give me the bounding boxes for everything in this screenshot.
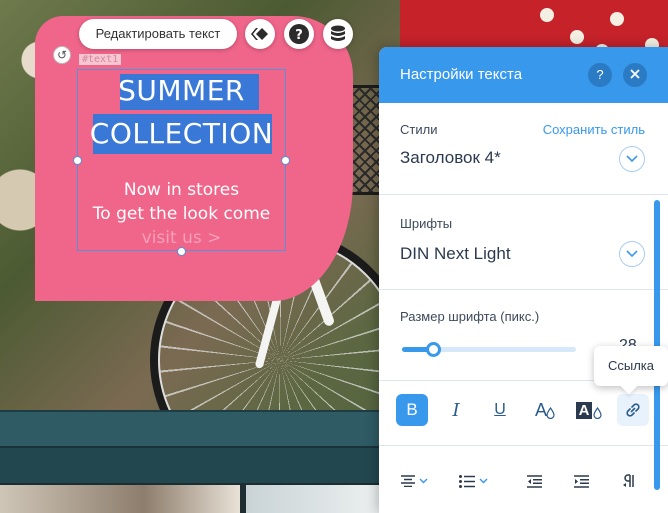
panel-scrollbar[interactable] xyxy=(654,200,660,490)
text-color-button[interactable]: A xyxy=(529,394,561,426)
chevron-down-icon xyxy=(419,478,428,484)
promo-title-line1[interactable]: SUMMER xyxy=(78,74,285,107)
indent-icon xyxy=(574,474,589,488)
animation-button[interactable] xyxy=(245,19,275,49)
svg-text:?: ? xyxy=(295,28,303,43)
decrease-indent-button[interactable] xyxy=(527,471,542,491)
diamond-arrows-icon xyxy=(251,28,268,40)
underline-button[interactable]: U xyxy=(484,394,516,426)
chevron-down-icon xyxy=(479,478,488,484)
promo-body-line2[interactable]: To get the look come xyxy=(78,204,285,224)
list-dropdown[interactable] xyxy=(459,471,488,491)
panel-close-button[interactable] xyxy=(623,63,647,87)
link-icon xyxy=(626,403,640,417)
bold-icon: B xyxy=(406,400,418,419)
chevron-down-icon xyxy=(626,155,638,163)
promo-link-line[interactable]: visit us > xyxy=(78,228,285,248)
font-size-label: Размер шрифта (пикс.) xyxy=(400,309,540,324)
panel-help-button[interactable]: ? xyxy=(588,63,612,87)
fonts-label: Шрифты xyxy=(400,216,453,231)
align-dropdown[interactable] xyxy=(401,471,428,491)
promo-title-line2[interactable]: COLLECTION xyxy=(78,117,285,150)
bold-button[interactable]: B xyxy=(396,394,428,426)
panel-header: Настройки текста ? xyxy=(379,47,668,103)
help-icon: ? xyxy=(289,24,309,44)
outdent-icon xyxy=(527,474,542,488)
text-selection-box[interactable]: SUMMER COLLECTION Now in stores To get t… xyxy=(73,69,290,256)
text-settings-panel: Настройки текста ? Стили Сохранить стиль… xyxy=(379,47,668,513)
italic-icon: I xyxy=(452,399,460,421)
font-size-slider[interactable] xyxy=(402,342,576,357)
fonts-section: Шрифты DIN Next Light xyxy=(379,195,668,290)
resize-handle-right[interactable] xyxy=(281,156,290,165)
element-id-label: #text1 xyxy=(79,54,122,65)
text-direction-button[interactable] xyxy=(622,471,636,491)
link-button[interactable] xyxy=(617,394,649,426)
link-tooltip: Ссылка xyxy=(594,346,668,386)
edit-text-button[interactable]: Редактировать текст xyxy=(79,19,237,49)
panel-title: Настройки текста xyxy=(400,66,523,83)
increase-indent-button[interactable] xyxy=(574,471,589,491)
highlight-icon: A xyxy=(575,401,593,419)
fonts-dropdown-chevron[interactable] xyxy=(619,241,645,267)
drop-icon xyxy=(546,407,555,419)
resize-handle-left[interactable] xyxy=(73,156,82,165)
bullet-list-icon xyxy=(459,474,475,488)
styles-section: Стили Сохранить стиль Заголовок 4* xyxy=(379,103,668,195)
underline-icon: U xyxy=(494,401,506,418)
chevron-down-icon xyxy=(626,250,638,258)
align-center-icon xyxy=(401,475,415,487)
help-button[interactable]: ? xyxy=(284,19,314,49)
undo-icon[interactable]: ↺ xyxy=(54,47,70,63)
resize-handle-bottom[interactable] xyxy=(177,247,186,256)
italic-button[interactable]: I xyxy=(440,394,472,426)
slider-knob[interactable] xyxy=(426,342,442,357)
drop-icon xyxy=(593,407,603,419)
divider xyxy=(379,445,668,446)
save-style-link[interactable]: Сохранить стиль xyxy=(543,122,645,137)
styles-dropdown[interactable]: Заголовок 4* xyxy=(400,148,501,168)
styles-dropdown-chevron[interactable] xyxy=(619,146,645,172)
highlight-button[interactable]: A xyxy=(573,394,605,426)
connect-data-button[interactable] xyxy=(323,19,353,49)
styles-label: Стили xyxy=(400,122,438,137)
fonts-dropdown[interactable]: DIN Next Light xyxy=(400,244,511,264)
close-icon xyxy=(630,69,640,79)
database-icon xyxy=(331,25,345,41)
paragraph-rtl-icon xyxy=(623,474,634,487)
promo-body-line1[interactable]: Now in stores xyxy=(78,180,285,200)
